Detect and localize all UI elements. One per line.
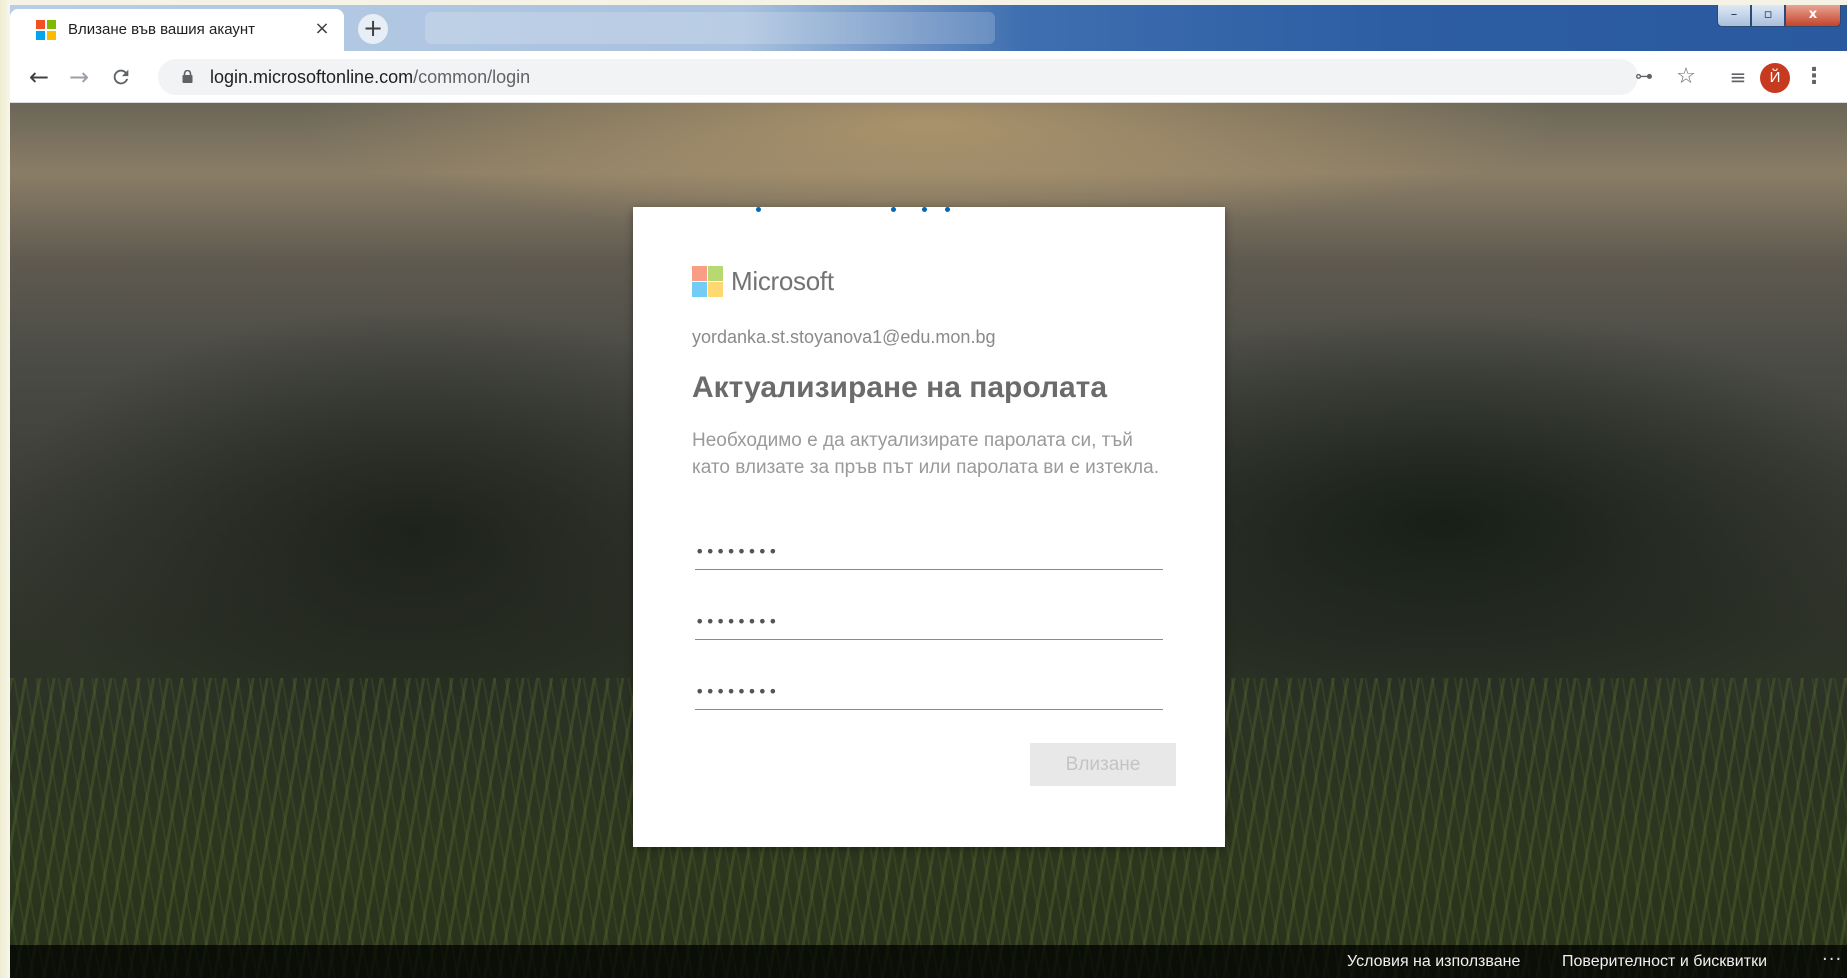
microsoft-favicon-icon bbox=[36, 20, 56, 40]
progress-dot bbox=[945, 207, 950, 212]
description-text: Необходимо е да актуализирате паролата с… bbox=[692, 430, 1159, 478]
new-password-field[interactable] bbox=[695, 604, 1163, 640]
background-window-tabs bbox=[425, 12, 995, 44]
tab-strip: Влизане във вашия акаунт × + – ▫ x bbox=[10, 5, 1847, 51]
url-text: login.microsoftonline.com/common/login bbox=[210, 67, 530, 88]
url-path: /common/login bbox=[413, 67, 531, 87]
page-background: Microsoft yordanka.st.stoyanova1@edu.mon… bbox=[10, 103, 1847, 978]
privacy-link[interactable]: Поверителност и бисквитки bbox=[1562, 953, 1767, 971]
profile-avatar[interactable]: Й bbox=[1760, 63, 1790, 93]
forward-button[interactable]: → bbox=[64, 62, 94, 92]
new-tab-button[interactable]: + bbox=[358, 14, 388, 44]
more-options-icon[interactable]: ··· bbox=[1822, 949, 1842, 970]
current-password-field[interactable] bbox=[695, 534, 1163, 570]
address-bar[interactable]: login.microsoftonline.com/common/login bbox=[158, 59, 1638, 95]
progress-dot bbox=[756, 207, 761, 212]
back-button[interactable]: ← bbox=[24, 62, 54, 92]
browser-toolbar: ← → login.microsoftonline.com/common/log… bbox=[10, 51, 1847, 103]
lock-icon bbox=[182, 70, 193, 83]
window-controls: – ▫ x bbox=[1717, 5, 1841, 31]
tab-close-icon[interactable]: × bbox=[310, 17, 334, 41]
close-window-button[interactable]: x bbox=[1785, 5, 1841, 27]
brand-name: Microsoft bbox=[731, 266, 834, 296]
slide-edge bbox=[0, 0, 10, 978]
browser-window: Влизане във вашия акаунт × + – ▫ x ← → l… bbox=[10, 5, 1847, 978]
progress-dot bbox=[922, 207, 927, 212]
account-email[interactable]: yordanka.st.stoyanova1@edu.mon.bg bbox=[692, 327, 995, 348]
confirm-password-field[interactable] bbox=[695, 674, 1163, 710]
terms-link[interactable]: Условия на използване bbox=[1347, 953, 1520, 971]
page-footer: Условия на използване Поверителност и би… bbox=[10, 945, 1847, 978]
page-title: Актуализиране на паролата bbox=[692, 371, 1108, 404]
minimize-button[interactable]: – bbox=[1717, 5, 1751, 27]
tab-login[interactable]: Влизане във вашия акаунт × bbox=[10, 9, 344, 51]
bookmark-star-icon[interactable]: ☆ bbox=[1672, 63, 1700, 91]
progress-dot bbox=[891, 207, 896, 212]
browser-menu-icon[interactable]: ⋮ bbox=[1800, 63, 1828, 91]
reload-button[interactable] bbox=[106, 62, 136, 92]
reload-icon bbox=[113, 69, 129, 85]
maximize-button[interactable]: ▫ bbox=[1751, 5, 1785, 27]
media-control-icon[interactable]: ≡ bbox=[1724, 63, 1752, 91]
login-card: Microsoft yordanka.st.stoyanova1@edu.mon… bbox=[633, 207, 1225, 847]
key-icon[interactable]: ⊶ bbox=[1630, 63, 1658, 91]
microsoft-logo-icon bbox=[692, 266, 723, 297]
url-host: login.microsoftonline.com bbox=[210, 67, 414, 87]
tab-title: Влизане във вашия акаунт bbox=[68, 21, 256, 38]
signin-button[interactable]: Влизане bbox=[1030, 743, 1176, 786]
